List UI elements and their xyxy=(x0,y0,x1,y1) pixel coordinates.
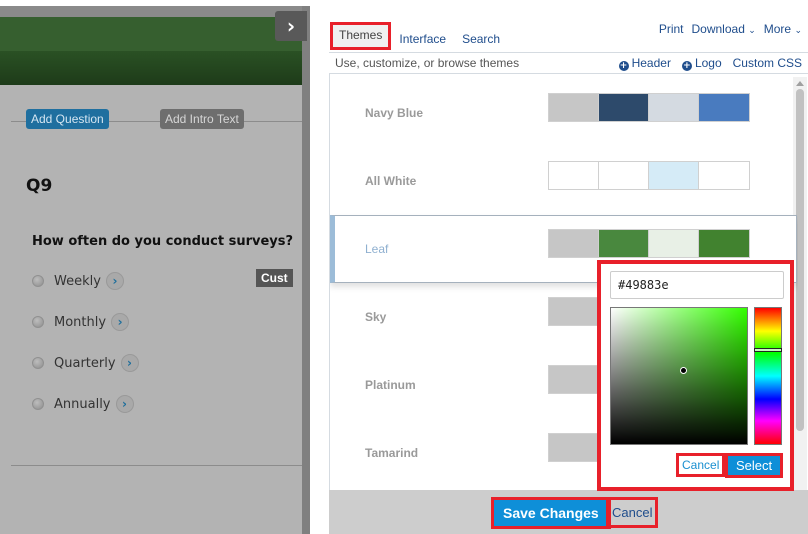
skip-logic-arrow-icon[interactable]: › xyxy=(105,272,124,290)
color-swatch[interactable] xyxy=(549,162,599,189)
color-swatch[interactable] xyxy=(549,230,599,257)
custom-css-link[interactable]: Custom CSS xyxy=(733,56,802,71)
color-swatch[interactable] xyxy=(549,94,599,121)
theme-swatches xyxy=(548,433,600,462)
color-swatch[interactable] xyxy=(599,162,649,189)
radio-button[interactable] xyxy=(32,316,44,328)
chevron-right-icon: › xyxy=(122,397,127,411)
chevron-down-icon: ⌄ xyxy=(748,25,756,35)
app-root: › Add Question Add Intro Text Q9 How oft… xyxy=(0,0,808,534)
editor-tabs: Themes Interface Search xyxy=(330,22,508,50)
survey-preview-panel: › Add Question Add Intro Text Q9 How oft… xyxy=(0,0,310,534)
chevron-right-icon: › xyxy=(286,14,296,38)
theme-item-all-white[interactable]: All White xyxy=(330,148,797,216)
option-label: Monthly xyxy=(54,314,107,330)
theme-name: Platinum xyxy=(365,378,416,392)
hex-color-input[interactable] xyxy=(610,271,784,299)
save-changes-button[interactable]: Save Changes xyxy=(491,497,611,529)
theme-swatches xyxy=(548,365,600,394)
saturation-value-area[interactable] xyxy=(610,307,748,445)
chevron-right-icon: › xyxy=(117,315,123,329)
question-text: How often do you conduct surveys? xyxy=(32,234,294,249)
answer-option[interactable]: Quarterly › xyxy=(32,354,139,372)
download-label: Download xyxy=(691,22,745,36)
add-intro-text-button[interactable]: Add Intro Text xyxy=(160,109,244,129)
color-swatch[interactable] xyxy=(699,230,749,257)
radio-button[interactable] xyxy=(32,357,44,369)
answer-option[interactable]: Annually › xyxy=(32,395,134,413)
theme-name: Sky xyxy=(365,310,387,324)
scroll-thumb[interactable] xyxy=(796,89,804,431)
themes-description: Use, customize, or browse themes xyxy=(335,56,520,70)
color-swatch[interactable] xyxy=(549,434,599,461)
add-header-link[interactable]: + Header xyxy=(618,56,671,71)
theme-sub-links: + Header + Logo Custom CSS xyxy=(618,56,802,71)
cancel-button[interactable]: Cancel xyxy=(606,497,659,528)
top-actions: Print Download ⌄ More ⌄ xyxy=(659,22,802,36)
question-number: Q9 xyxy=(26,176,53,196)
color-swatch[interactable] xyxy=(699,94,749,121)
survey-top-bar xyxy=(0,6,310,17)
answer-option[interactable]: Monthly › xyxy=(32,313,130,331)
theme-item-navy-blue[interactable]: Navy Blue xyxy=(330,80,797,148)
print-link[interactable]: Print xyxy=(659,22,684,36)
theme-name: Navy Blue xyxy=(365,106,424,120)
add-question-button[interactable]: Add Question xyxy=(26,109,109,129)
radio-button[interactable] xyxy=(32,398,44,410)
theme-swatches xyxy=(548,93,750,122)
download-menu[interactable]: Download ⌄ xyxy=(692,22,756,36)
color-swatch[interactable] xyxy=(599,94,649,121)
color-picker-popup: Cancel Select xyxy=(597,260,794,491)
picker-select-button[interactable]: Select xyxy=(725,453,784,478)
more-menu[interactable]: More ⌄ xyxy=(764,22,802,36)
tab-interface[interactable]: Interface xyxy=(391,27,454,50)
color-swatch[interactable] xyxy=(599,230,649,257)
color-swatch[interactable] xyxy=(649,94,699,121)
color-swatch[interactable] xyxy=(699,162,749,189)
hue-slider[interactable] xyxy=(754,307,782,445)
chevron-right-icon: › xyxy=(112,274,118,288)
radio-button[interactable] xyxy=(32,275,44,287)
theme-name: Leaf xyxy=(365,242,389,256)
collapse-panel-button[interactable]: › xyxy=(275,11,307,41)
color-swatch[interactable] xyxy=(649,162,699,189)
more-label: More xyxy=(763,22,792,36)
scroll-up-arrow-icon[interactable] xyxy=(796,81,804,86)
logo-label: Logo xyxy=(694,56,722,70)
color-cursor-handle[interactable] xyxy=(680,367,687,374)
theme-name: Tamarind xyxy=(365,446,419,460)
color-swatch[interactable] xyxy=(549,298,599,325)
theme-swatches xyxy=(548,297,600,326)
themes-subbar: Use, customize, or browse themes + Header… xyxy=(329,52,808,74)
editor-footer: Save Changes Cancel xyxy=(329,490,808,534)
plus-circle-icon: + xyxy=(681,61,692,71)
hue-slider-handle[interactable] xyxy=(754,348,782,352)
option-label: Quarterly xyxy=(54,355,116,371)
tab-themes[interactable]: Themes xyxy=(330,22,392,50)
option-label: Annually xyxy=(54,396,111,412)
option-label: Weekly xyxy=(54,273,101,289)
divider xyxy=(11,465,302,466)
answer-option[interactable]: Weekly › xyxy=(32,272,124,290)
color-swatch[interactable] xyxy=(549,366,599,393)
plus-circle-icon: + xyxy=(618,61,629,71)
custom-color-tooltip: Cust xyxy=(256,269,293,287)
skip-logic-arrow-icon[interactable]: › xyxy=(111,313,130,331)
header-label: Header xyxy=(631,56,671,70)
panel-divider xyxy=(302,6,310,534)
chevron-down-icon: ⌄ xyxy=(794,25,802,35)
skip-logic-arrow-icon[interactable]: › xyxy=(120,354,139,372)
add-logo-link[interactable]: + Logo xyxy=(681,56,722,71)
theme-list-scrollbar[interactable] xyxy=(793,77,807,490)
tab-search[interactable]: Search xyxy=(454,27,508,50)
color-swatch[interactable] xyxy=(649,230,699,257)
theme-swatches xyxy=(548,229,750,258)
survey-header-banner xyxy=(0,17,310,85)
picker-cancel-button[interactable]: Cancel xyxy=(676,453,726,477)
theme-name: All White xyxy=(365,174,417,188)
skip-logic-arrow-icon[interactable]: › xyxy=(115,395,134,413)
chevron-right-icon: › xyxy=(127,356,132,370)
theme-swatches xyxy=(548,161,750,190)
